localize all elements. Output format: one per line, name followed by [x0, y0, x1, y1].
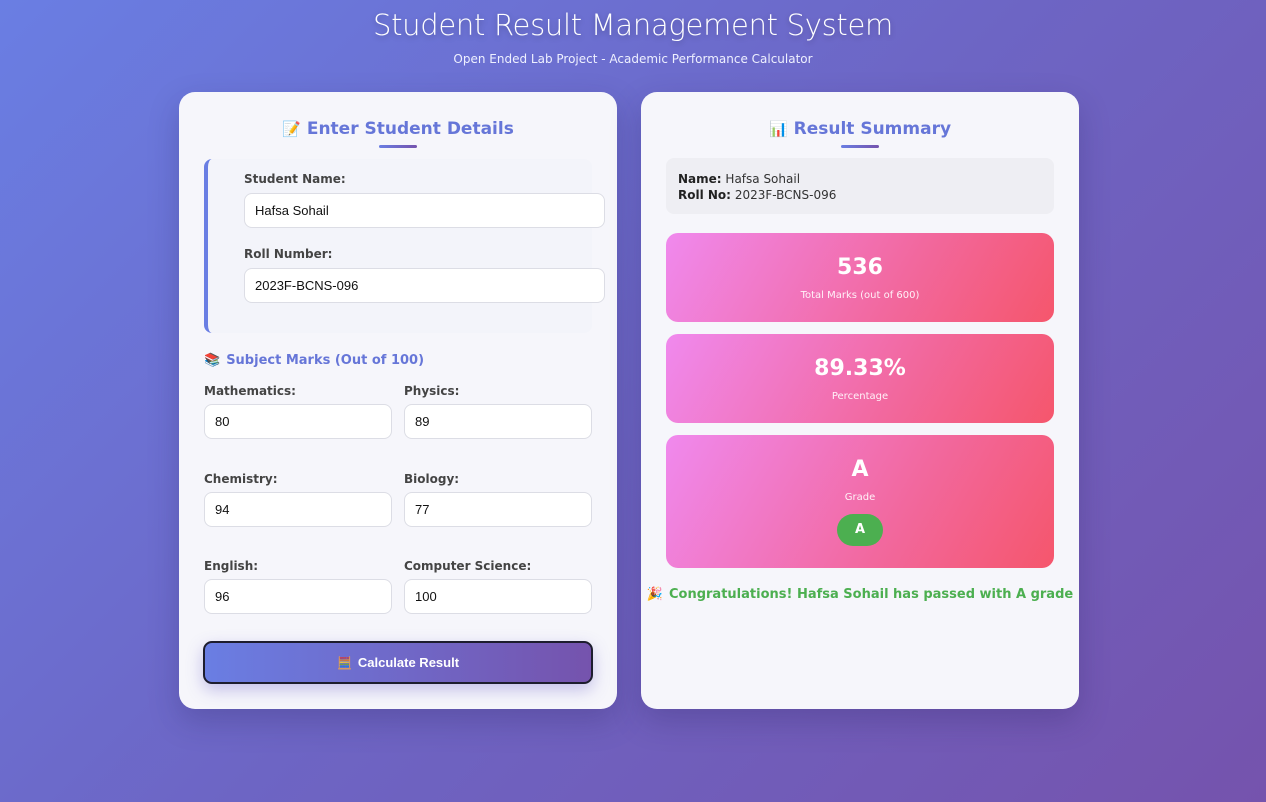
student-details-panel: 📝 Enter Student Details Student Name: Rol… [179, 92, 617, 709]
page-subtitle: Open Ended Lab Project - Academic Perfor… [453, 52, 813, 66]
subject-label-chemistry: Chemistry: [204, 472, 278, 486]
page-header: Student Result Management System Open En… [0, 8, 1266, 66]
total-marks-value: 536 [837, 255, 883, 280]
mathematics-input[interactable] [204, 404, 392, 439]
student-summary-info: Name: Hafsa Sohail Roll No: 2023F-BCNS-0… [666, 158, 1054, 214]
total-marks-caption: Total Marks (out of 600) [800, 290, 920, 301]
summary-name-value: Hafsa Sohail [725, 172, 801, 186]
result-summary-panel: 📊 Result Summary Name: Hafsa Sohail Roll … [641, 92, 1079, 709]
physics-input[interactable] [404, 404, 592, 439]
congratulations-text: Congratulations! Hafsa Sohail has passed… [668, 587, 1074, 602]
summary-name-label: Name: [678, 172, 722, 186]
grade-card: A Grade A [666, 435, 1054, 568]
summary-title-text: Result Summary [793, 119, 952, 139]
form-title: 📝 Enter Student Details [179, 119, 617, 139]
student-name-label: Student Name: [244, 172, 346, 186]
subject-label-mathematics: Mathematics: [204, 384, 296, 398]
subject-label-biology: Biology: [404, 472, 460, 486]
congratulations-message: 🎉 Congratulations! Hafsa Sohail has passe… [641, 587, 1079, 602]
calculate-result-button[interactable]: 🧮 Calculate Result [203, 641, 593, 684]
student-name-input[interactable] [244, 193, 605, 228]
subject-marks-heading: 📚 Subject Marks (Out of 100) [204, 353, 424, 368]
summary-roll-value: 2023F-BCNS-096 [734, 188, 837, 202]
summary-title: 📊 Result Summary [641, 119, 1079, 139]
roll-number-input[interactable] [244, 268, 605, 303]
biology-input[interactable] [404, 492, 592, 527]
chemistry-input[interactable] [204, 492, 392, 527]
percentage-card: 89.33% Percentage [666, 334, 1054, 423]
subject-label-english: English: [204, 559, 259, 573]
bar-chart-icon: 📊 [768, 120, 788, 138]
page-title: Student Result Management System [373, 8, 893, 42]
roll-number-label: Roll Number: [244, 247, 333, 261]
grade-badge: A [837, 514, 883, 546]
memo-icon: 📝 [282, 120, 301, 138]
total-marks-card: 536 Total Marks (out of 600) [666, 233, 1054, 322]
grade-value: A [851, 457, 869, 482]
percentage-value: 89.33% [814, 356, 906, 381]
books-icon: 📚 [204, 353, 221, 368]
form-title-text: Enter Student Details [306, 119, 514, 139]
percentage-caption: Percentage [831, 391, 889, 402]
form-title-underline [379, 145, 417, 148]
student-info-box: Student Name: Roll Number: [204, 159, 605, 333]
subject-label-physics: Physics: [404, 384, 460, 398]
summary-title-underline [841, 145, 879, 148]
subject-label-computer-science: Computer Science: [404, 559, 532, 573]
subject-marks-heading-text: Subject Marks (Out of 100) [226, 353, 425, 368]
abacus-icon: 🧮 [336, 655, 352, 670]
summary-roll-label: Roll No: [678, 188, 731, 202]
computer-science-input[interactable] [404, 579, 592, 614]
english-input[interactable] [204, 579, 392, 614]
party-popper-icon: 🎉 [646, 587, 663, 602]
grade-caption: Grade [844, 492, 876, 503]
calculate-result-label: Calculate Result [357, 655, 460, 670]
